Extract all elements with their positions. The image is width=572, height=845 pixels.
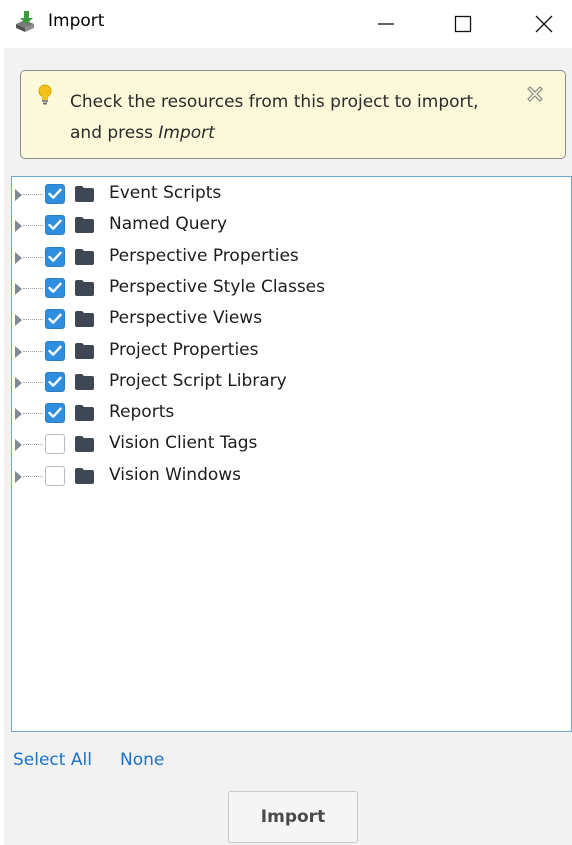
item-checkbox[interactable] — [45, 434, 65, 455]
tree-connector-line — [23, 319, 43, 321]
folder-icon — [75, 405, 94, 422]
tree-item[interactable]: Vision Client Tags — [12, 429, 571, 460]
tree-connector-line — [23, 256, 43, 258]
tree-item[interactable]: Named Query — [12, 210, 571, 241]
folder-icon — [75, 467, 94, 484]
tree-item-label: Project Script Library — [109, 370, 287, 391]
tree-item-label: Named Query — [109, 214, 228, 235]
tree-item[interactable]: Event Scripts — [12, 179, 571, 210]
tree-item[interactable]: Project Script Library — [12, 367, 571, 398]
folder-icon — [75, 217, 94, 234]
minimize-icon — [378, 23, 394, 25]
tree-connector-line — [23, 225, 43, 227]
tree-item-label: Project Properties — [109, 339, 259, 360]
tree-item[interactable]: Perspective Properties — [12, 242, 571, 273]
hint-banner: Check the resources from this project to… — [20, 70, 566, 159]
item-checkbox[interactable] — [45, 340, 65, 361]
title-bar: Import — [0, 0, 572, 48]
tree-item-label: Perspective Properties — [109, 245, 299, 266]
item-checkbox[interactable] — [45, 465, 65, 486]
hint-text: Check the resources from this project to… — [70, 87, 500, 149]
tree-item-label: Perspective Views — [109, 308, 263, 329]
folder-icon — [75, 279, 94, 296]
resource-tree[interactable]: Event Scripts Named Query Perspective Prop… — [11, 176, 572, 732]
item-checkbox[interactable] — [45, 215, 65, 236]
item-checkbox[interactable] — [45, 184, 65, 204]
expand-arrow-icon[interactable] — [15, 220, 22, 233]
expand-arrow-icon[interactable] — [15, 470, 22, 483]
tree-item-label: Event Scripts — [109, 183, 222, 203]
maximize-button[interactable] — [437, 0, 489, 48]
item-checkbox[interactable] — [45, 246, 65, 267]
folder-icon — [75, 186, 94, 202]
tree-item-label: Perspective Style Classes — [109, 276, 326, 297]
tree-connector-line — [23, 444, 43, 446]
expand-arrow-icon[interactable] — [15, 251, 22, 264]
tree-connector-line — [23, 381, 43, 383]
close-icon — [535, 15, 553, 33]
folder-icon — [75, 373, 94, 390]
import-app-icon — [16, 11, 34, 32]
expand-arrow-icon[interactable] — [15, 376, 22, 389]
window-title: Import — [48, 11, 105, 31]
expand-arrow-icon[interactable] — [15, 314, 22, 327]
folder-icon — [75, 311, 94, 328]
item-checkbox[interactable] — [45, 277, 65, 298]
close-hint-icon[interactable] — [526, 85, 544, 103]
tree-connector-line — [23, 413, 43, 415]
folder-icon — [75, 342, 94, 359]
tree-connector-line — [23, 475, 43, 477]
import-button[interactable]: Import — [228, 791, 358, 843]
item-checkbox[interactable] — [45, 403, 65, 424]
expand-arrow-icon[interactable] — [15, 345, 22, 358]
expand-arrow-icon[interactable] — [15, 189, 22, 201]
hint-text-main: Check the resources from this project to… — [70, 92, 479, 143]
item-checkbox[interactable] — [45, 309, 65, 330]
select-all-link[interactable]: Select All — [13, 750, 92, 770]
tree-connector-line — [23, 287, 43, 289]
tree-item[interactable]: Reports — [12, 398, 571, 429]
select-none-link[interactable]: None — [120, 750, 164, 770]
tree-item[interactable]: Perspective Views — [12, 304, 571, 335]
tree-item[interactable]: Perspective Style Classes — [12, 273, 571, 304]
maximize-icon — [454, 15, 472, 33]
folder-icon — [75, 248, 94, 265]
minimize-button[interactable] — [360, 0, 412, 48]
tree-item[interactable]: Vision Windows — [12, 461, 571, 492]
expand-arrow-icon[interactable] — [15, 439, 22, 452]
tree-connector-line — [23, 194, 43, 195]
hint-text-emphasis: Import — [158, 123, 215, 143]
close-button[interactable] — [518, 0, 570, 48]
folder-icon — [75, 436, 94, 453]
expand-arrow-icon[interactable] — [15, 408, 22, 421]
tree-connector-line — [23, 350, 43, 352]
tree-item-label: Vision Client Tags — [109, 433, 258, 454]
tree-item[interactable]: Project Properties — [12, 336, 571, 367]
tree-item-label: Reports — [109, 402, 175, 423]
tree-item-label: Vision Windows — [109, 464, 242, 485]
lightbulb-icon — [38, 84, 52, 105]
expand-arrow-icon[interactable] — [15, 282, 22, 295]
item-checkbox[interactable] — [45, 371, 65, 392]
